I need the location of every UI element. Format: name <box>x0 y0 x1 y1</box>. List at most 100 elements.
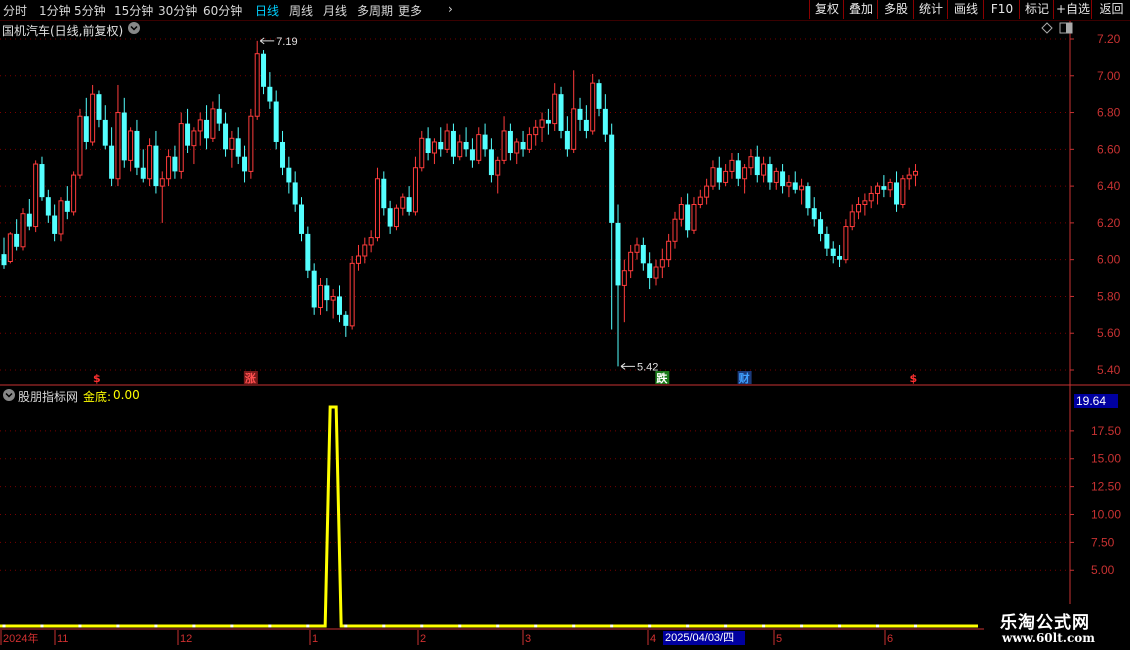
candle[interactable] <box>39 156 45 201</box>
candle[interactable] <box>381 171 387 216</box>
candle[interactable] <box>488 138 494 183</box>
chart-canvas[interactable]: 7.20 7.00 6.80 6.60 6.40 6.20 6.00 5.80 5.60 5.40… <box>0 0 1130 650</box>
candle[interactable] <box>412 156 418 216</box>
candle[interactable] <box>204 105 210 150</box>
candle[interactable] <box>330 289 336 319</box>
toolbar-button-1[interactable]: 叠加 <box>843 0 878 19</box>
candle[interactable] <box>564 116 570 157</box>
indicator-name[interactable]: 股朋指标网 <box>18 388 78 405</box>
candle[interactable] <box>292 171 298 212</box>
diamond-icon[interactable] <box>1041 22 1053 37</box>
candle[interactable] <box>374 167 380 242</box>
candle[interactable] <box>400 193 406 216</box>
candle[interactable] <box>583 105 589 139</box>
toolbar-button-8[interactable]: 返回 <box>1091 0 1130 19</box>
candle[interactable] <box>128 127 134 172</box>
candle[interactable] <box>286 156 292 194</box>
candle[interactable] <box>463 127 469 157</box>
candle[interactable] <box>299 197 305 242</box>
candle[interactable] <box>343 311 349 337</box>
toolbar-button-0[interactable]: 复权 <box>809 0 844 19</box>
candle[interactable] <box>64 186 70 220</box>
candle[interactable] <box>109 127 115 187</box>
candle[interactable] <box>229 130 235 168</box>
candle[interactable] <box>235 127 241 165</box>
candle[interactable] <box>1 237 7 269</box>
candle[interactable] <box>83 97 89 150</box>
candle[interactable] <box>210 101 216 142</box>
candle[interactable] <box>697 189 703 209</box>
candle[interactable] <box>318 278 323 315</box>
candle[interactable] <box>362 237 368 264</box>
candle[interactable] <box>261 50 267 95</box>
candle[interactable] <box>913 164 919 187</box>
candle[interactable] <box>868 186 874 209</box>
candle[interactable] <box>533 119 539 146</box>
candle[interactable] <box>507 123 513 161</box>
candle[interactable] <box>818 211 824 242</box>
candle[interactable] <box>710 160 716 190</box>
candle[interactable] <box>368 230 374 253</box>
candle[interactable] <box>58 197 64 242</box>
title-dropdown-icon[interactable] <box>127 21 141 38</box>
period-3[interactable]: 15分钟 <box>114 2 153 19</box>
stock-title[interactable]: 国机汽车(日线,前复权) <box>2 22 123 39</box>
period-2[interactable]: 5分钟 <box>74 2 106 19</box>
candle[interactable] <box>457 134 463 161</box>
period-0[interactable]: 分时 <box>3 2 27 19</box>
candle[interactable] <box>609 123 615 330</box>
period-10[interactable]: 更多 <box>398 2 422 19</box>
candle[interactable] <box>197 112 203 146</box>
candle[interactable] <box>90 84 96 146</box>
candle[interactable] <box>406 186 412 216</box>
candle[interactable] <box>799 178 805 205</box>
candle[interactable] <box>875 182 881 205</box>
candle[interactable] <box>216 94 222 131</box>
candle[interactable] <box>450 123 456 165</box>
candle[interactable] <box>691 197 697 234</box>
candle[interactable] <box>830 241 836 264</box>
candle[interactable] <box>514 138 520 165</box>
candle[interactable] <box>552 83 558 131</box>
candle[interactable] <box>615 204 621 367</box>
period-7[interactable]: 周线 <box>289 2 313 19</box>
candle[interactable] <box>336 285 342 323</box>
candle[interactable] <box>20 208 26 251</box>
candle[interactable] <box>495 156 501 194</box>
candle[interactable] <box>824 226 830 256</box>
candle[interactable] <box>45 189 51 223</box>
candle[interactable] <box>590 73 596 135</box>
candle[interactable] <box>571 70 577 154</box>
candle[interactable] <box>716 156 722 190</box>
candle[interactable] <box>729 153 735 179</box>
candle[interactable] <box>602 94 608 142</box>
candle[interactable] <box>425 127 431 161</box>
candle[interactable] <box>754 145 760 183</box>
candle[interactable] <box>476 127 482 165</box>
candle[interactable] <box>805 182 811 216</box>
toolbar-button-5[interactable]: F10 <box>983 0 1020 19</box>
candle[interactable] <box>254 40 260 120</box>
candle[interactable] <box>526 127 532 154</box>
candle[interactable] <box>355 244 361 271</box>
event-marker-4[interactable]: $ <box>910 372 918 385</box>
candle[interactable] <box>77 108 83 179</box>
candle[interactable] <box>311 263 317 315</box>
candle[interactable] <box>558 86 564 139</box>
candle[interactable] <box>191 127 197 165</box>
candle[interactable] <box>349 255 355 330</box>
candle[interactable] <box>596 79 602 117</box>
candle[interactable] <box>387 200 393 234</box>
more-chevron-icon[interactable]: › <box>448 2 453 16</box>
candle[interactable] <box>242 145 248 183</box>
candle[interactable] <box>166 149 172 187</box>
candle[interactable] <box>71 171 77 216</box>
candle[interactable] <box>178 112 184 179</box>
toolbar-button-6[interactable]: 标记 <box>1019 0 1054 19</box>
candle[interactable] <box>153 130 159 194</box>
candle[interactable] <box>577 97 583 131</box>
candle[interactable] <box>14 219 20 251</box>
candle[interactable] <box>672 211 678 249</box>
candle[interactable] <box>647 252 653 290</box>
event-marker-1[interactable]: 涨 <box>245 371 256 385</box>
